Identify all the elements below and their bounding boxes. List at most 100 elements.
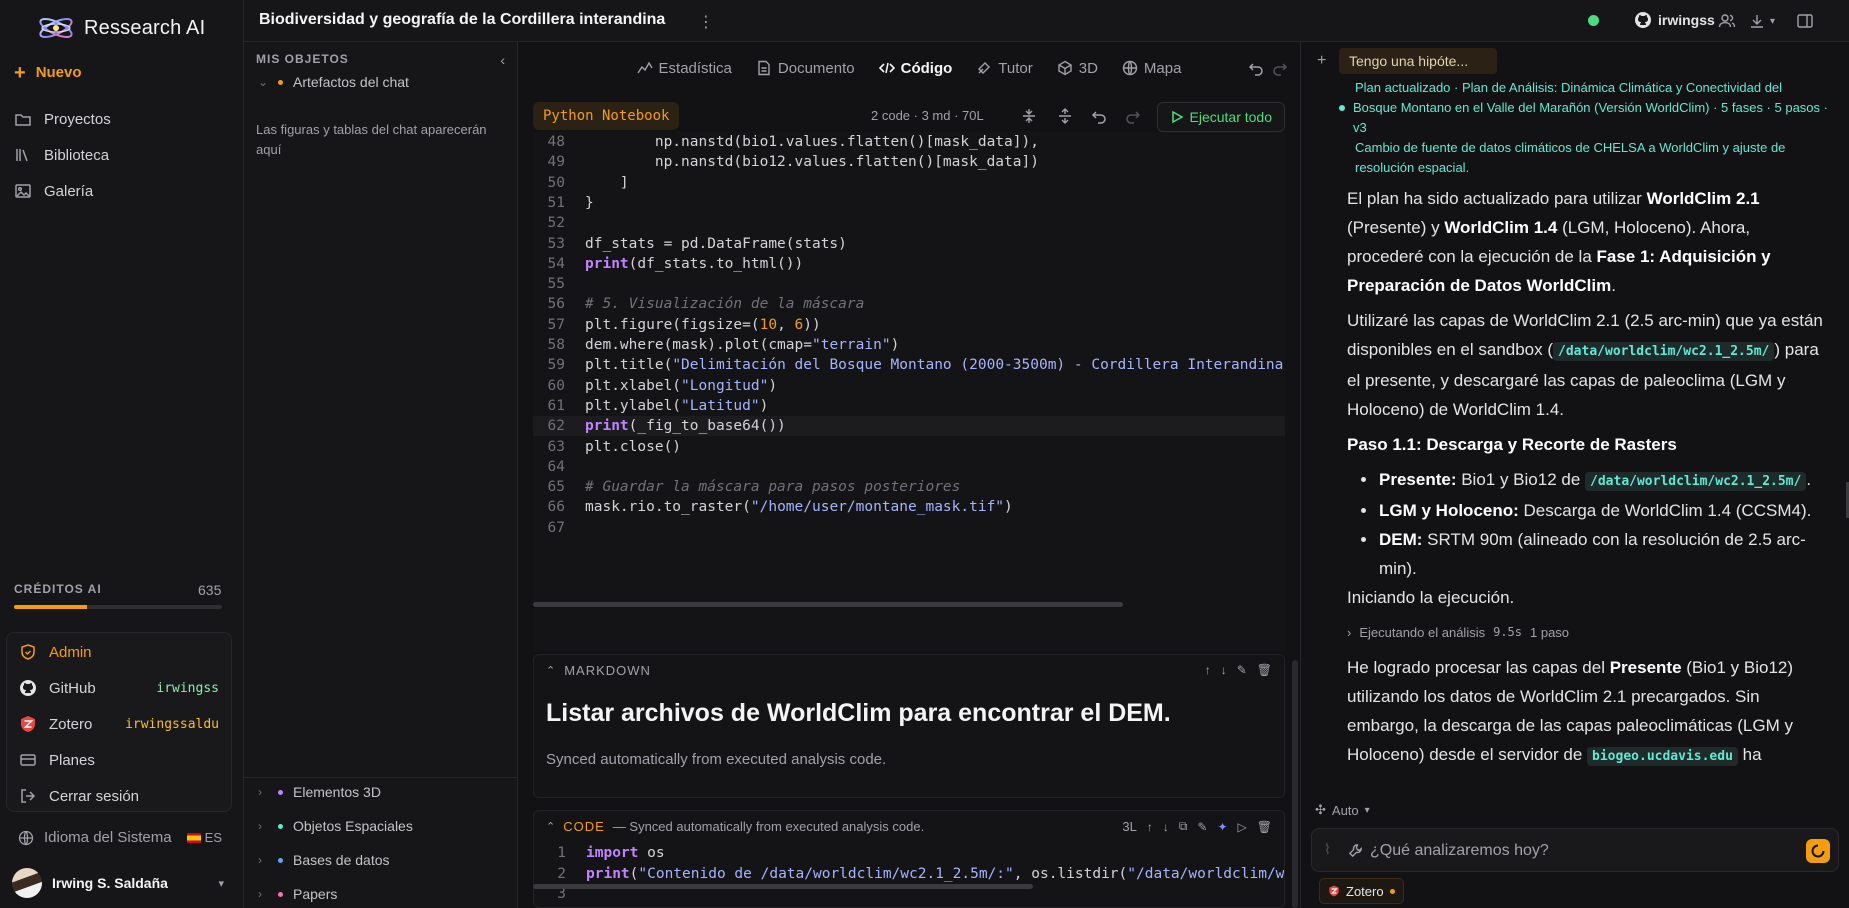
app-logo[interactable]: Ressearch AI — [36, 12, 205, 44]
code-line[interactable]: 60 plt.xlabel("Longitud") — [533, 376, 1285, 396]
redo-icon[interactable] — [1125, 108, 1141, 124]
panel-layout-icon[interactable] — [1796, 12, 1814, 30]
horizontal-scrollbar[interactable] — [533, 602, 1123, 607]
code-line[interactable]: 54 print(df_stats.to_html()) — [533, 254, 1285, 274]
code-cell-main[interactable]: 48 np.nanstd(bio1.values.flatten()[mask_… — [533, 132, 1285, 652]
copy-icon[interactable]: ⧉ — [1179, 819, 1188, 834]
tab-statistics[interactable]: Estadística — [636, 60, 732, 77]
chevron-up-icon[interactable]: ⌃ — [546, 664, 556, 677]
code-line[interactable]: 57 plt.figure(figsize=(10, 6)) — [533, 315, 1285, 335]
code-line[interactable]: 1 import os — [534, 843, 1284, 863]
plan-update-card[interactable]: Plan actualizado · Plan de Análisis: Din… — [1339, 78, 1839, 178]
code-line[interactable]: 51} — [533, 193, 1285, 213]
send-button[interactable] — [1806, 839, 1830, 863]
arrow-up-icon[interactable]: ↑ — [1147, 820, 1153, 834]
chat-input[interactable] — [1370, 839, 1770, 863]
edit-icon[interactable]: ✎ — [1237, 663, 1247, 677]
tree-3d-elements[interactable]: › Elementos 3D — [258, 784, 381, 800]
markdown-subtitle: Synced automatically from executed analy… — [546, 751, 887, 768]
code-line[interactable]: 58 dem.where(mask).plot(cmap="terrain") — [533, 335, 1285, 355]
chevron-down-icon: ▾ — [1770, 15, 1776, 27]
nav-library[interactable]: Biblioteca — [14, 146, 109, 164]
undo-icon[interactable] — [1248, 60, 1264, 76]
arrow-down-icon[interactable]: ↓ — [1221, 663, 1227, 677]
code-line[interactable]: 62 print(_fig_to_base64()) — [533, 416, 1285, 437]
github-link[interactable]: GitHub irwingss — [19, 679, 219, 697]
step-heading: Paso 1.1: Descarga y Recorte de Rasters — [1347, 435, 1677, 454]
code-line[interactable]: 66 mask.rio.to_raster("/home/user/montane… — [533, 497, 1285, 517]
line-number: 56 — [547, 296, 565, 313]
tab-map[interactable]: Mapa — [1122, 60, 1181, 77]
download-menu[interactable]: ▾ — [1748, 12, 1775, 30]
line-number: 63 — [547, 438, 565, 455]
code-line[interactable]: 63 plt.close() — [533, 437, 1285, 457]
code-token: (df_stats.to_html()) — [628, 255, 804, 272]
code-line[interactable]: 59 plt.title("Delimitación del Bosque Mon… — [533, 355, 1285, 375]
status-dot — [1389, 888, 1395, 894]
new-button[interactable]: + Nuevo — [14, 63, 82, 83]
users-icon[interactable] — [1718, 12, 1736, 30]
tab-document[interactable]: Documento — [756, 60, 855, 77]
code-cell-2[interactable]: ⌃ CODE — Synced automatically from execu… — [533, 810, 1285, 908]
code-line[interactable]: 48 np.nanstd(bio1.values.flatten()[mask_… — [533, 132, 1285, 152]
tab-tutor[interactable]: Tutor — [976, 60, 1033, 77]
line-number: 58 — [547, 337, 565, 353]
redo-icon[interactable] — [1272, 60, 1288, 76]
tree-spatial-objects[interactable]: › Objetos Espaciales — [258, 818, 413, 834]
execution-status[interactable]: › Ejecutando el análisis 9.5s 1 paso — [1347, 618, 1827, 647]
language-selector[interactable]: Idioma del Sistema ES — [18, 829, 222, 846]
user-menu[interactable]: Irwing S. Saldaña ▾ — [12, 868, 224, 898]
trash-icon[interactable]: 🗑 — [1257, 663, 1272, 677]
admin-link[interactable]: Admin — [19, 643, 219, 661]
tab-code[interactable]: Código — [878, 60, 952, 77]
plans-link[interactable]: Planes — [19, 751, 219, 769]
code-line[interactable]: 64 — [533, 457, 1285, 477]
tree-databases[interactable]: › Bases de datos — [258, 852, 390, 868]
mode-selector[interactable]: ✣ Auto ▾ — [1315, 802, 1370, 818]
code-line[interactable]: 67 — [533, 518, 1285, 538]
expand-all-icon[interactable] — [1057, 108, 1073, 124]
objects-empty-text: Las figuras y tablas del chat aparecerán… — [256, 122, 487, 157]
hypothesis-input[interactable]: Tengo una hipóte... — [1339, 48, 1497, 74]
zotero-chip[interactable]: Zotero — [1319, 878, 1404, 904]
code-line[interactable]: 50 ] — [533, 173, 1285, 193]
code-line[interactable]: 2 print("Contenido de /data/worldclim/wc2… — [534, 864, 1284, 884]
tree-papers[interactable]: › Papers — [258, 886, 337, 902]
github-connection[interactable]: irwingss — [1634, 11, 1715, 29]
code-line[interactable]: 52 — [533, 213, 1285, 233]
chevron-up-icon[interactable]: ⌃ — [546, 820, 555, 833]
code-token: import — [586, 845, 639, 861]
code-line[interactable]: 53 df_stats = pd.DataFrame(stats) — [533, 234, 1285, 254]
play-icon[interactable]: ▷ — [1238, 820, 1247, 834]
code-line[interactable]: 49 np.nanstd(bio12.values.flatten()[mask… — [533, 152, 1285, 172]
code-line[interactable]: 61 plt.ylabel("Latitud") — [533, 396, 1285, 416]
horizontal-scrollbar[interactable] — [533, 884, 1033, 889]
wrench-icon[interactable] — [1348, 843, 1363, 858]
nav-projects[interactable]: Proyectos — [14, 110, 111, 128]
markdown-cell[interactable]: ⌃ MARKDOWN ↑ ↓ ✎ 🗑 Listar archivos de Wo… — [533, 654, 1285, 798]
run-all-button[interactable]: Ejecutar todo — [1156, 102, 1285, 132]
paperclip-icon[interactable]: ⌇ — [1324, 841, 1331, 858]
collapse-all-icon[interactable] — [1021, 108, 1037, 124]
arrow-up-icon[interactable]: ↑ — [1205, 663, 1211, 677]
tree-chat-artifacts[interactable]: ⌄ Artefactos del chat — [258, 74, 409, 90]
sparkle-icon[interactable]: ✦ — [1217, 820, 1227, 834]
code-cell-2-body[interactable]: 1 import os 2 print("Contenido de /data/wor… — [534, 843, 1284, 907]
zotero-link[interactable]: Zotero irwingssaldu — [19, 715, 219, 733]
plus-icon[interactable]: + — [1317, 52, 1326, 70]
code-line[interactable]: 55 — [533, 274, 1285, 294]
zotero-username: irwingssaldu — [125, 716, 219, 732]
undo-icon[interactable] — [1091, 108, 1107, 124]
more-vertical-icon[interactable]: ⋮ — [698, 12, 714, 32]
code-line[interactable]: 56 # 5. Visualización de la máscara — [533, 294, 1285, 314]
arrow-down-icon[interactable]: ↓ — [1163, 820, 1169, 834]
chevron-left-icon[interactable]: ‹ — [500, 52, 505, 68]
nav-gallery[interactable]: Galería — [14, 182, 93, 200]
code-token: "Latitud" — [681, 397, 760, 414]
notebook-vertical-scrollbar[interactable] — [1292, 660, 1298, 908]
logout-link[interactable]: Cerrar sesión — [19, 787, 219, 805]
code-line[interactable]: 65 # Guardar la máscara para pasos poster… — [533, 477, 1285, 497]
edit-icon[interactable]: ✎ — [1197, 820, 1207, 834]
trash-icon[interactable]: 🗑 — [1257, 820, 1272, 834]
tab-3d[interactable]: 3D — [1057, 60, 1098, 77]
